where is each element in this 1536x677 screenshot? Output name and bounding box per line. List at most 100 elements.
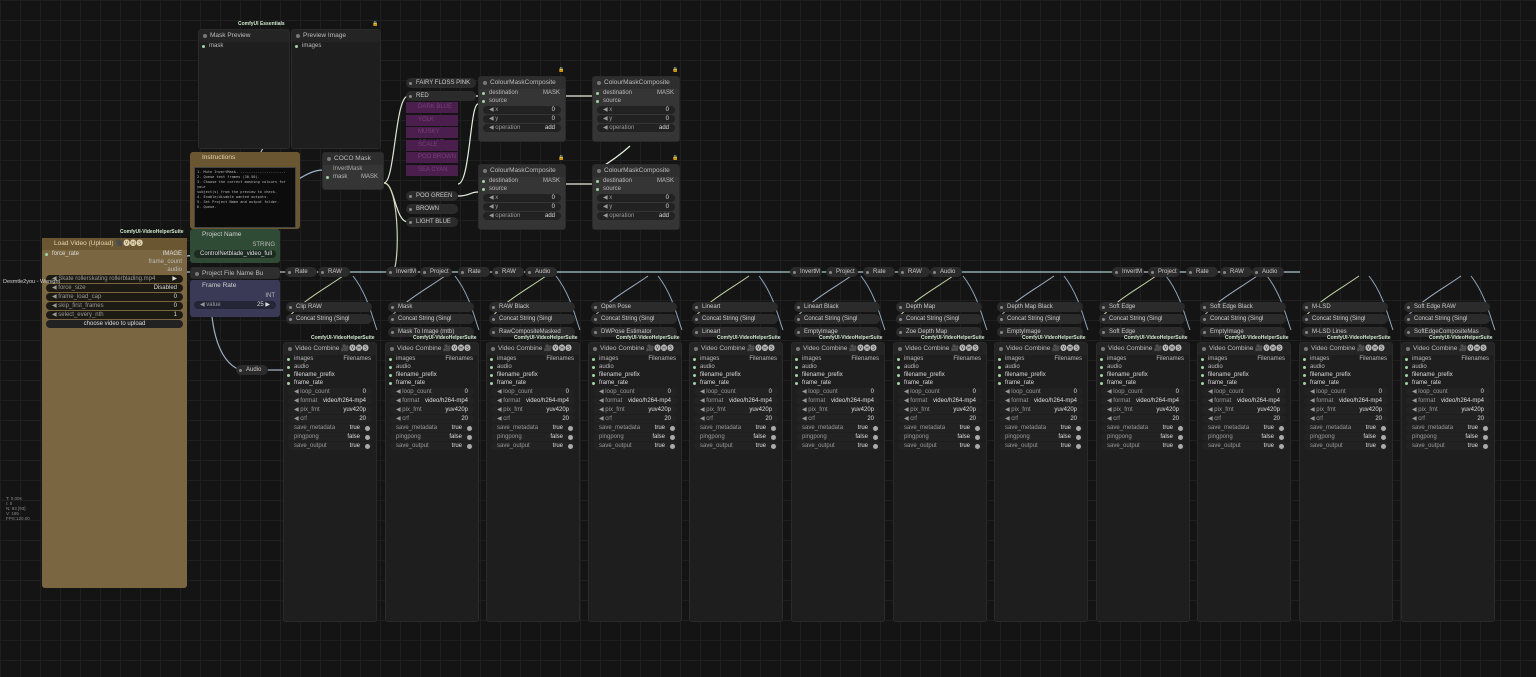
colour-0[interactable]: FAIRY FLOSS PINK: [406, 78, 476, 88]
vc-input-filename_prefix[interactable]: filename_prefix: [690, 371, 782, 379]
image-output[interactable]: IMAGE: [163, 250, 182, 258]
y-widget[interactable]: ◀ y0: [597, 115, 675, 123]
vc-widget[interactable]: ◀ crf 20: [1202, 415, 1286, 423]
vc-widget[interactable]: ◀ pix_fmt yuv420p: [796, 406, 880, 414]
mask-output[interactable]: MASK: [543, 177, 560, 185]
vc-toggle[interactable]: save_output true: [491, 442, 575, 450]
load-video-node[interactable]: Load Video (Upload) 🎥🅥🅗🅢 force_rate IMAGE…: [42, 238, 187, 588]
vc-input-audio[interactable]: audio: [1198, 363, 1290, 371]
frame-rate-node[interactable]: Frame Rate INT ◀ value 25 ▶: [190, 280, 280, 317]
composite-node[interactable]: ColourMaskComposite destination MASK source…: [478, 76, 566, 142]
vc-toggle[interactable]: save_metadata true: [694, 424, 778, 432]
filenames-output[interactable]: Filenames: [648, 355, 676, 363]
video-combine-node[interactable]: Video Combine 🎥🅥🅗🅢 images Filenames audio fi…: [1401, 342, 1495, 622]
column-top-node[interactable]: Open Pose: [591, 302, 677, 312]
vc-toggle[interactable]: save_output true: [796, 442, 880, 450]
reroute-project[interactable]: Project: [826, 267, 858, 277]
mask-output[interactable]: MASK: [657, 89, 674, 97]
vc-widget[interactable]: ◀ pix_fmt yuv420p: [288, 406, 372, 414]
vc-widget[interactable]: ◀ loop_count 0: [288, 388, 372, 396]
column-top-node[interactable]: Lineart Black: [794, 302, 880, 312]
reroute-raw[interactable]: RAW: [898, 267, 930, 277]
vc-input-images[interactable]: images Filenames: [792, 355, 884, 363]
column-top-node[interactable]: Depth Map Black: [997, 302, 1083, 312]
concat-string-node[interactable]: Concat String (Singl: [997, 314, 1083, 324]
vc-widget[interactable]: ◀ loop_count 0: [491, 388, 575, 396]
vc-input-frame_rate[interactable]: frame_rate: [1097, 379, 1189, 387]
vc-toggle[interactable]: save_metadata true: [999, 424, 1083, 432]
column-top-node[interactable]: M-LSD: [1302, 302, 1388, 312]
vc-input-audio[interactable]: audio: [589, 363, 681, 371]
composite-node[interactable]: ColourMaskComposite destination MASK source…: [592, 164, 680, 230]
filenames-output[interactable]: Filenames: [1257, 355, 1285, 363]
destination-input[interactable]: destination MASK: [593, 89, 679, 97]
vc-input-filename_prefix[interactable]: filename_prefix: [487, 371, 579, 379]
operation-select[interactable]: ◀ operation add: [483, 124, 561, 132]
concat-string-node[interactable]: Concat String (Singl: [794, 314, 880, 324]
vc-input-frame_rate[interactable]: frame_rate: [1300, 379, 1392, 387]
video-combine-node[interactable]: Video Combine 🎥🅥🅗🅢 images Filenames audio fi…: [1197, 342, 1291, 622]
vc-widget[interactable]: ◀ format video/h264-mp4: [999, 397, 1083, 405]
vc-input-frame_rate[interactable]: frame_rate: [894, 379, 986, 387]
vc-widget[interactable]: ◀ loop_count 0: [898, 388, 982, 396]
column-top-node[interactable]: RAW Black: [489, 302, 575, 312]
reroute-raw[interactable]: RAW: [1220, 267, 1252, 277]
reroute-audio[interactable]: Audio: [930, 267, 962, 277]
colour-bottom-2[interactable]: LIGHT BLUE: [406, 217, 458, 227]
reroute-raw[interactable]: RAW: [318, 267, 350, 277]
column-top-node[interactable]: Soft Edge: [1099, 302, 1185, 312]
vc-input-filename_prefix[interactable]: filename_prefix: [995, 371, 1087, 379]
vc-widget[interactable]: ◀ format video/h264-mp4: [1101, 397, 1185, 405]
column-top-node[interactable]: Clip RAW: [286, 302, 372, 312]
reroute-rate[interactable]: Rate: [285, 267, 317, 277]
preview-image-node[interactable]: Preview Image images: [291, 29, 381, 149]
source-input[interactable]: source: [479, 97, 565, 105]
vc-widget[interactable]: ◀ crf 20: [694, 415, 778, 423]
vc-widget[interactable]: ◀ loop_count 0: [1202, 388, 1286, 396]
vc-widget[interactable]: ◀ crf 20: [491, 415, 575, 423]
column-top-node[interactable]: Lineart: [692, 302, 778, 312]
vc-widget[interactable]: ◀ loop_count 0: [1101, 388, 1185, 396]
concat-string-node[interactable]: Concat String (Singl: [1302, 314, 1388, 324]
reroute-rate[interactable]: Rate: [458, 267, 490, 277]
vc-input-images[interactable]: images Filenames: [284, 355, 376, 363]
colour-1[interactable]: RED: [406, 91, 476, 101]
instructions-text[interactable]: 1. Mute InvertMask. --------------------…: [194, 167, 296, 228]
vc-widget[interactable]: ◀ format video/h264-mp4: [390, 397, 474, 405]
project-name-node[interactable]: Project Name STRING ControlNetblade_vide…: [190, 229, 280, 263]
vc-input-audio[interactable]: audio: [690, 363, 782, 371]
vc-widget[interactable]: ◀ format video/h264-mp4: [1202, 397, 1286, 405]
vc-widget[interactable]: ◀ crf 20: [796, 415, 880, 423]
vc-widget[interactable]: ◀ pix_fmt yuv420p: [694, 406, 778, 414]
concat-string-node[interactable]: Concat String (Singl: [388, 314, 474, 324]
composite-node[interactable]: ColourMaskComposite destination MASK source…: [478, 164, 566, 230]
colour-muted-2[interactable]: MUSKY ORANGE: [406, 127, 458, 146]
load-widget-3[interactable]: ◀ select_every_nth 1: [46, 311, 183, 319]
x-widget[interactable]: ◀ x0: [597, 194, 675, 202]
vc-toggle[interactable]: pingpong false: [1202, 433, 1286, 441]
vc-input-audio[interactable]: audio: [792, 363, 884, 371]
vc-widget[interactable]: ◀ pix_fmt yuv420p: [1304, 406, 1388, 414]
vc-input-images[interactable]: images Filenames: [1402, 355, 1494, 363]
vc-widget[interactable]: ◀ loop_count 0: [390, 388, 474, 396]
vc-input-frame_rate[interactable]: frame_rate: [690, 379, 782, 387]
reroute-audio[interactable]: Audio: [1252, 267, 1284, 277]
vc-widget[interactable]: ◀ loop_count 0: [999, 388, 1083, 396]
vc-toggle[interactable]: save_output true: [1304, 442, 1388, 450]
vc-input-audio[interactable]: audio: [1097, 363, 1189, 371]
vc-widget[interactable]: ◀ format video/h264-mp4: [1304, 397, 1388, 405]
vc-widget[interactable]: ◀ pix_fmt yuv420p: [1101, 406, 1185, 414]
coco-mask-io[interactable]: mask MASK: [323, 173, 383, 181]
vc-toggle[interactable]: save_metadata true: [1202, 424, 1286, 432]
vc-input-audio[interactable]: audio: [487, 363, 579, 371]
vc-widget[interactable]: ◀ pix_fmt yuv420p: [1406, 406, 1490, 414]
operation-select[interactable]: ◀ operation add: [483, 212, 561, 220]
vc-input-filename_prefix[interactable]: filename_prefix: [894, 371, 986, 379]
column-top-node[interactable]: Mask: [388, 302, 474, 312]
vc-toggle[interactable]: pingpong false: [898, 433, 982, 441]
x-widget[interactable]: ◀ x0: [483, 194, 561, 202]
vc-toggle[interactable]: pingpong false: [694, 433, 778, 441]
vc-toggle[interactable]: pingpong false: [390, 433, 474, 441]
concat-string-node[interactable]: Concat String (Singl: [489, 314, 575, 324]
vc-widget[interactable]: ◀ pix_fmt yuv420p: [491, 406, 575, 414]
